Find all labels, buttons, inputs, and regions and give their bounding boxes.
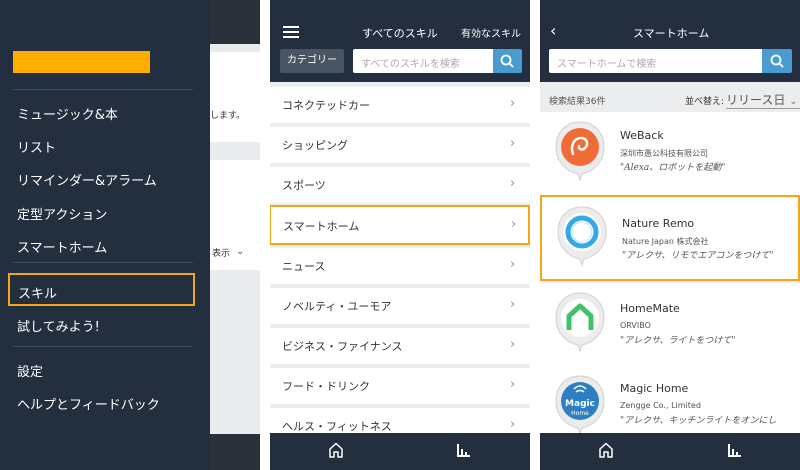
category-row-shopping[interactable]: ショッピング › (270, 127, 530, 163)
chevron-right-icon: › (511, 217, 517, 232)
skill-developer: Nature Japan 株式会社 (622, 237, 709, 246)
drawer-screen: します。 表示 ⌄ ミュージック&本 リスト リマインダー&アラーム 定型アクシ… (0, 0, 260, 470)
divider (13, 89, 193, 90)
menu-item-reminders-alarms[interactable]: リマインダー&アラーム (17, 170, 157, 189)
category-label: スポーツ (282, 179, 326, 192)
chevron-right-icon: › (510, 417, 516, 432)
skill-phrase: "アレクサ、ライトをつけて" (620, 336, 736, 346)
search-input[interactable]: スマートホームで検索 (549, 49, 762, 73)
chevron-right-icon: › (510, 257, 516, 272)
divider (13, 262, 193, 263)
category-row-sports[interactable]: スポーツ › (270, 167, 530, 203)
search-button[interactable] (493, 49, 522, 73)
header: ‹ スマートホーム スマートホームで検索 (540, 0, 800, 82)
logo-bar (13, 51, 150, 73)
hamburger-menu-icon[interactable] (283, 26, 299, 38)
skill-name: WeBack (620, 129, 664, 142)
result-count: 検索結果36件 (549, 97, 606, 107)
category-label: コネクテッドカー (282, 99, 370, 112)
menu-item-lists[interactable]: リスト (17, 137, 56, 156)
header: すべてのスキル 有効なスキル カテゴリー すべてのスキルを検索 (270, 0, 530, 82)
magic-home-skill-icon: Magic Home (555, 375, 605, 433)
page-title: スマートホーム (633, 27, 710, 40)
activity-icon[interactable] (725, 441, 743, 459)
category-label: スマートホーム (283, 220, 360, 233)
skill-phrase: "Alexa、ロボットを起動" (620, 163, 726, 173)
category-label: ヘルス・フィットネス (282, 420, 392, 433)
back-arrow-icon[interactable]: ‹ (550, 21, 556, 40)
category-row-food-drink[interactable]: フード・ドリンク › (270, 368, 530, 404)
skills-categories-screen: すべてのスキル 有効なスキル カテゴリー すべてのスキルを検索 コネクテッドカー… (270, 0, 530, 470)
menu-item-routines[interactable]: 定型アクション (17, 204, 107, 223)
skill-phrase: "アレクサ、リモでエアコンをつけて" (622, 251, 774, 261)
category-row-connected-car[interactable]: コネクテッドカー › (270, 87, 530, 123)
magic-home-icon-subtext: Home (571, 410, 589, 417)
menu-item-try-it[interactable]: 試してみよう! (17, 316, 100, 335)
search-input[interactable]: すべてのスキルを検索 (353, 49, 493, 73)
skill-developer: Zengge Co., Limited (620, 401, 701, 410)
skill-developer: 深圳市愚公科技有限公司 (620, 149, 708, 158)
weback-skill-icon (555, 121, 605, 182)
activity-icon[interactable] (454, 441, 472, 459)
skill-name: Nature Remo (622, 217, 695, 230)
background-snippet: します。 (210, 111, 246, 121)
search-icon (500, 54, 514, 68)
skill-name: Magic Home (620, 382, 689, 395)
category-row-business-finance[interactable]: ビジネス・ファイナンス › (270, 328, 530, 364)
category-row-novelty-humor[interactable]: ノベルティ・ユーモア › (270, 288, 530, 324)
chevron-down-icon: ⌄ (236, 246, 245, 257)
background-header (210, 0, 260, 44)
category-label: ノベルティ・ユーモア (282, 300, 392, 313)
menu-item-skills-label: スキル (18, 287, 58, 302)
search-button[interactable] (762, 49, 792, 73)
chevron-right-icon: › (510, 297, 516, 312)
magic-home-icon-text: Magic (565, 399, 595, 409)
chevron-down-icon: ⌄ (789, 96, 798, 107)
menu-item-settings[interactable]: 設定 (17, 361, 43, 380)
background-label: 表示 (212, 249, 231, 259)
category-label: ショッピング (282, 139, 348, 152)
nature-remo-skill-icon (557, 206, 607, 267)
category-row-news[interactable]: ニュース › (270, 248, 530, 284)
category-label: ニュース (282, 260, 326, 273)
chevron-right-icon: › (510, 176, 516, 191)
search-icon (770, 54, 784, 68)
home-icon[interactable] (597, 441, 615, 459)
divider (13, 346, 193, 347)
skill-phrase: "アレクサ、キッチンライトをオンにし (620, 416, 777, 426)
chevron-right-icon: › (510, 377, 516, 392)
chevron-right-icon: › (510, 337, 516, 352)
category-row-smart-home[interactable]: スマートホーム › (270, 205, 530, 245)
chevron-right-icon: › (510, 136, 516, 151)
sort-dropdown[interactable]: リリース日 ⌄ (726, 91, 800, 109)
menu-item-music-books[interactable]: ミュージック&本 (17, 104, 118, 123)
menu-item-help-feedback[interactable]: ヘルプとフィードバック (17, 394, 160, 413)
background-tabbar (210, 434, 260, 470)
skill-result-homemate[interactable]: HomeMate ORVIBO "アレクサ、ライトをつけて" (540, 283, 800, 369)
category-label: ビジネス・ファイナンス (282, 340, 403, 353)
navigation-drawer: ミュージック&本 リスト リマインダー&アラーム 定型アクション スマートホーム… (0, 0, 210, 470)
chevron-right-icon: › (510, 96, 516, 111)
sort-label: 並べ替え: (685, 97, 725, 107)
skill-name: HomeMate (620, 302, 680, 315)
enabled-skills-link[interactable]: 有効なスキル (461, 25, 521, 40)
skill-result-weback[interactable]: WeBack 深圳市愚公科技有限公司 "Alexa、ロボットを起動" (540, 112, 800, 198)
category-button[interactable]: カテゴリー (280, 49, 344, 73)
skill-result-nature-remo[interactable]: Nature Remo Nature Japan 株式会社 "アレクサ、リモでエ… (540, 195, 800, 281)
sort-value: リリース日 (726, 93, 786, 107)
bottom-tab-bar (540, 433, 800, 470)
home-icon[interactable] (327, 441, 345, 459)
skill-developer: ORVIBO (620, 321, 651, 330)
bottom-tab-bar (270, 433, 530, 470)
background-card (210, 52, 260, 142)
skill-result-magic-home[interactable]: Magic Home Magic Home Zengge Co., Limite… (540, 366, 800, 433)
smart-home-skills-screen: ‹ スマートホーム スマートホームで検索 検索結果36件 並べ替え: リリース日… (540, 0, 800, 470)
menu-item-smart-home[interactable]: スマートホーム (17, 237, 107, 256)
menu-item-skills[interactable]: スキル (8, 273, 195, 306)
homemate-skill-icon (555, 292, 605, 353)
category-label: フード・ドリンク (282, 380, 370, 393)
page-title: すべてのスキル (362, 27, 438, 40)
